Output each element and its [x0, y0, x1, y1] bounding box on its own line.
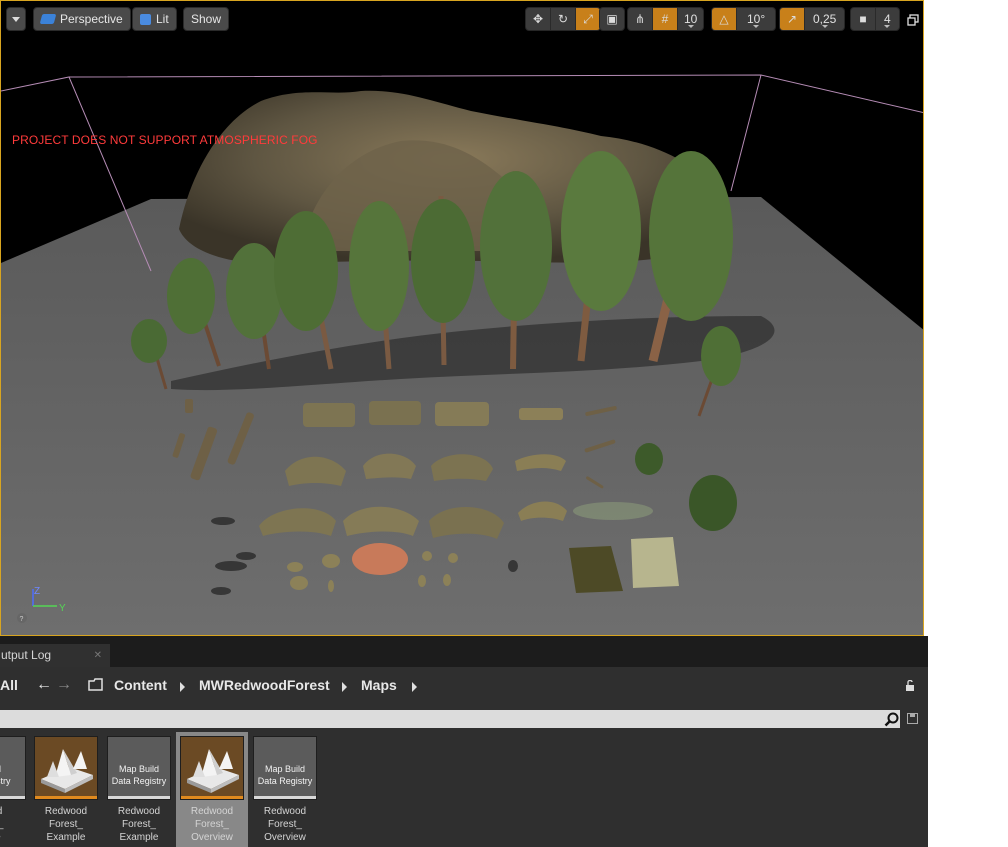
chevron-down-icon — [12, 16, 20, 22]
asset-type-bar — [254, 796, 316, 799]
bounds-line — [730, 74, 762, 192]
rotate-mode-button[interactable]: ↻ — [551, 8, 576, 30]
asset-thumbnail: uild Registry — [0, 736, 26, 800]
search-icon — [884, 712, 899, 727]
view-mode-button[interactable]: Perspective — [33, 7, 131, 31]
level-map-icon — [187, 749, 239, 793]
asset-thumbnail — [180, 736, 244, 800]
asset-name: Redwood Forest_ Overview — [263, 806, 307, 843]
search-input[interactable] — [0, 710, 900, 728]
asset-type-bar — [181, 796, 243, 799]
fog-warning-text: PROJECT DOES NOT SUPPORT ATMOSPHERIC FOG — [12, 133, 318, 147]
tab-output-log[interactable]: utput Log ✕ — [0, 644, 110, 667]
asset-tile-map-build-registry-example[interactable]: Map Build Data Registry Redwood Forest_ … — [107, 732, 171, 847]
lock-icon[interactable] — [905, 680, 917, 692]
lit-cube-icon — [140, 13, 151, 25]
breadcrumb-maps[interactable]: Maps — [361, 677, 397, 693]
content-browser-panel: utput Log ✕ All ← → Content MWRedwoodFor… — [0, 636, 928, 847]
panel-tab-bar: utput Log ✕ — [0, 636, 928, 667]
asset-tile-redwood-forest-overview-map[interactable]: Redwood Forest_ Overview — [176, 732, 248, 847]
asset-grid: uild Registry ood est_ ple Redwood Fore — [0, 732, 928, 847]
grid-snap-toggle[interactable]: # — [653, 8, 678, 30]
rotation-snap-toggle[interactable]: △ — [712, 8, 737, 30]
scale-mode-button[interactable]: ⤢ — [576, 8, 600, 30]
asset-name: Redwood Forest_ Example — [44, 806, 88, 843]
back-arrow-icon[interactable]: ← — [36, 676, 52, 694]
svg-text:Z: Z — [34, 586, 40, 597]
asset-tile-redwood-forest-example-map[interactable]: Redwood Forest_ Example — [34, 732, 98, 847]
folder-icon — [88, 678, 103, 691]
camera-speed-group: ■ 4 — [850, 7, 900, 31]
transform-mode-group: ✥ ↻ ⤢ — [525, 7, 601, 31]
asset-thumbnail — [34, 736, 98, 800]
translate-mode-button[interactable]: ✥ — [526, 8, 551, 30]
save-search-icon[interactable] — [907, 713, 918, 724]
filter-all-button[interactable]: All — [0, 677, 18, 693]
asset-name: Redwood Forest_ Example — [117, 806, 161, 843]
coordinate-space-group: ▣ — [599, 7, 625, 31]
level-viewport[interactable]: Z Y ? Perspective Lit Show ✥ ↻ ⤢ ▣ ⋔ # 1… — [0, 0, 924, 636]
rotation-snap-value[interactable]: 10° — [737, 8, 775, 30]
viewport-options-menu[interactable] — [6, 7, 26, 31]
grid-snap-value[interactable]: 10 — [678, 8, 703, 30]
perspective-cube-icon — [39, 14, 57, 24]
asset-type-bar — [35, 796, 97, 799]
asset-tile-map-build-registry[interactable]: uild Registry ood est_ ple — [0, 732, 26, 847]
angle-icon: △ — [719, 12, 729, 26]
scale-snap-group: ↗ 0,25 — [779, 7, 846, 31]
camera-icon: ■ — [859, 12, 867, 26]
lighting-mode-button[interactable]: Lit — [132, 7, 177, 31]
grid-snap-group: ⋔ # 10 — [627, 7, 705, 31]
coordinate-space-button[interactable]: ▣ — [600, 8, 624, 30]
asset-thumbnail: Map Build Data Registry — [107, 736, 171, 800]
maximize-viewport-button[interactable] — [907, 13, 919, 26]
scene-render: Z Y ? — [1, 74, 923, 635]
asset-type-bar — [0, 796, 25, 799]
camera-speed-button[interactable]: ■ — [851, 8, 876, 30]
scale-arrow-icon: ↗ — [786, 12, 798, 26]
breadcrumb-separator-icon[interactable] — [180, 682, 185, 692]
level-map-icon — [41, 749, 93, 793]
close-icon[interactable]: ✕ — [94, 644, 102, 667]
path-bar: All ← → Content MWRedwoodForest Maps — [0, 667, 928, 705]
scale-snap-value[interactable]: 0,25 — [805, 8, 844, 30]
rotate-icon: ↻ — [557, 12, 569, 26]
svg-text:Y: Y — [59, 603, 66, 614]
rotation-snap-group: △ 10° — [711, 7, 777, 31]
forward-arrow-icon[interactable]: → — [56, 676, 72, 694]
move-arrows-icon: ✥ — [532, 12, 544, 26]
show-flags-button[interactable]: Show — [183, 7, 230, 31]
breadcrumb-separator-icon[interactable] — [342, 682, 347, 692]
restore-window-icon — [907, 14, 919, 26]
camera-speed-value[interactable]: 4 — [876, 8, 899, 30]
scale-icon: ⤢ — [583, 11, 593, 26]
bounds-line — [68, 74, 923, 114]
asset-tile-map-build-registry-overview[interactable]: Map Build Data Registry Redwood Forest_ … — [253, 732, 317, 847]
scale-snap-toggle[interactable]: ↗ — [780, 8, 805, 30]
asset-thumbnail: Map Build Data Registry — [253, 736, 317, 800]
breadcrumb-content[interactable]: Content — [114, 677, 167, 693]
svg-text:?: ? — [20, 616, 24, 623]
breadcrumb-separator-icon[interactable] — [412, 682, 417, 692]
surface-snap-icon: ⋔ — [634, 12, 646, 26]
asset-name: Redwood Forest_ Overview — [190, 806, 234, 843]
cube-icon: ▣ — [606, 12, 618, 26]
asset-name: ood est_ ple — [0, 805, 26, 844]
grid-icon: # — [661, 12, 669, 26]
asset-type-bar — [108, 796, 170, 799]
surface-snap-button[interactable]: ⋔ — [628, 8, 653, 30]
breadcrumb-mwredwoodforest[interactable]: MWRedwoodForest — [199, 677, 330, 693]
